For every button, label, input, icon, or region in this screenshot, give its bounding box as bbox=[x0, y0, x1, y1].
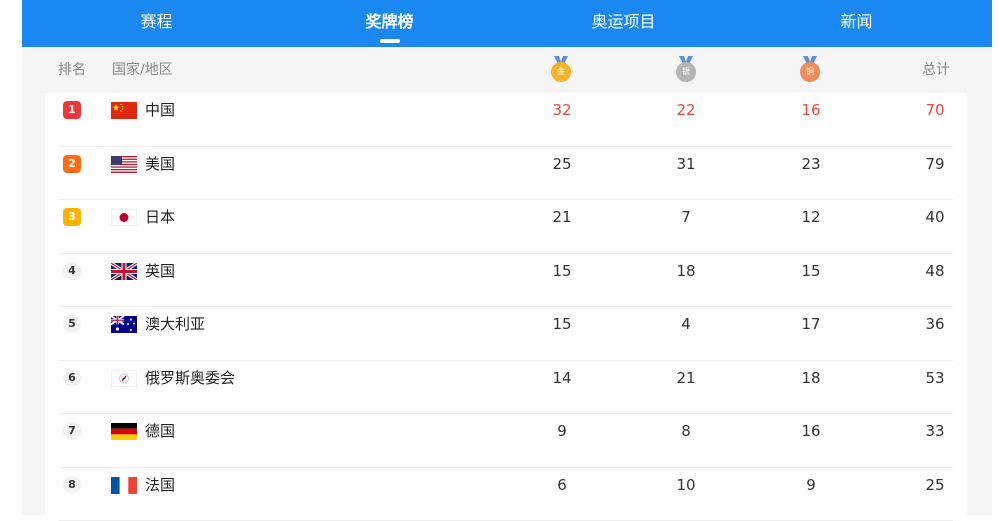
bronze-count: 17 bbox=[781, 307, 841, 341]
silver-count: 22 bbox=[656, 93, 716, 127]
total-count: 70 bbox=[905, 93, 965, 127]
country-header: 国家/地区 bbox=[112, 47, 173, 93]
total-count: 48 bbox=[905, 254, 965, 288]
total-count: 33 bbox=[905, 414, 965, 448]
bronze-count: 16 bbox=[781, 414, 841, 448]
medal-table: 1 中国 32 22 16 70 2 美国 25 31 23 79 3 bbox=[45, 93, 967, 515]
rank-badge: 8 bbox=[63, 476, 81, 494]
table-row[interactable]: 4 英国 15 18 15 48 bbox=[59, 254, 953, 308]
gold-count: 14 bbox=[532, 361, 592, 395]
silver-count: 18 bbox=[656, 254, 716, 288]
tab-news-label: 新闻 bbox=[840, 12, 872, 31]
country-name: 俄罗斯奥委会 bbox=[145, 361, 235, 395]
country-name: 中国 bbox=[145, 93, 175, 127]
total-header: 总计 bbox=[922, 47, 950, 93]
country-name: 德国 bbox=[145, 414, 175, 448]
france-flag-icon bbox=[111, 477, 137, 494]
country-name: 澳大利亚 bbox=[145, 307, 205, 341]
silver-count: 8 bbox=[656, 414, 716, 448]
silver-count: 10 bbox=[656, 468, 716, 502]
tab-news[interactable]: 新闻 bbox=[740, 0, 973, 47]
rank-badge: 6 bbox=[63, 369, 81, 387]
silver-medal-icon: 银 bbox=[675, 56, 697, 84]
tab-olympic-sports[interactable]: 奥运项目 bbox=[507, 0, 740, 47]
uk-flag-icon bbox=[111, 263, 137, 280]
country-name: 英国 bbox=[145, 254, 175, 288]
usa-flag-icon bbox=[111, 156, 137, 173]
gold-count: 32 bbox=[532, 93, 592, 127]
rank-badge: 1 bbox=[63, 101, 81, 119]
active-tab-indicator bbox=[380, 39, 400, 43]
gold-medal-glyph: 金 bbox=[551, 62, 571, 82]
table-header: 排名 国家/地区 金 银 铜 总计 bbox=[22, 47, 992, 93]
table-row[interactable]: 8 法国 6 10 9 25 bbox=[59, 468, 953, 521]
bronze-count: 16 bbox=[781, 93, 841, 127]
table-row[interactable]: 7 德国 9 8 16 33 bbox=[59, 414, 953, 468]
rank-badge: 7 bbox=[63, 422, 81, 440]
bronze-medal-icon: 铜 bbox=[799, 56, 821, 84]
silver-count: 21 bbox=[656, 361, 716, 395]
table-row[interactable]: 3 日本 21 7 12 40 bbox=[59, 200, 953, 254]
rank-badge: 5 bbox=[63, 315, 81, 333]
total-count: 40 bbox=[905, 200, 965, 234]
table-row[interactable]: 6 俄罗斯奥委会 14 21 18 53 bbox=[59, 361, 953, 415]
country-name: 美国 bbox=[145, 147, 175, 181]
tab-medal-table-label: 奖牌榜 bbox=[365, 12, 413, 31]
gold-medal-icon: 金 bbox=[550, 56, 572, 84]
tab-medal-table[interactable]: 奖牌榜 bbox=[273, 0, 506, 47]
country-name: 日本 bbox=[145, 200, 175, 234]
gold-count: 9 bbox=[532, 414, 592, 448]
rank-badge: 4 bbox=[63, 262, 81, 280]
bronze-count: 12 bbox=[781, 200, 841, 234]
silver-count: 7 bbox=[656, 200, 716, 234]
gold-count: 21 bbox=[532, 200, 592, 234]
gold-count: 15 bbox=[532, 254, 592, 288]
tab-schedule-label: 赛程 bbox=[140, 12, 172, 31]
rank-header: 排名 bbox=[58, 47, 86, 93]
china-flag-icon bbox=[111, 102, 137, 119]
rank-badge: 2 bbox=[63, 155, 81, 173]
gold-count: 25 bbox=[532, 147, 592, 181]
bronze-count: 18 bbox=[781, 361, 841, 395]
total-count: 53 bbox=[905, 361, 965, 395]
australia-flag-icon bbox=[111, 316, 137, 333]
roc-flag-icon bbox=[111, 370, 137, 387]
japan-flag-icon bbox=[111, 209, 137, 226]
table-row[interactable]: 2 美国 25 31 23 79 bbox=[59, 147, 953, 201]
table-row[interactable]: 1 中国 32 22 16 70 bbox=[59, 93, 953, 147]
app-frame: 赛程 奖牌榜 奥运项目 新闻 排名 国家/地区 金 银 铜 总计 bbox=[22, 0, 992, 515]
bronze-count: 9 bbox=[781, 468, 841, 502]
bronze-medal-glyph: 铜 bbox=[800, 62, 820, 82]
rank-badge: 3 bbox=[63, 208, 81, 226]
tab-olympic-sports-label: 奥运项目 bbox=[591, 12, 655, 31]
gold-count: 15 bbox=[532, 307, 592, 341]
total-count: 25 bbox=[905, 468, 965, 502]
top-nav: 赛程 奖牌榜 奥运项目 新闻 bbox=[22, 0, 992, 47]
gold-count: 6 bbox=[532, 468, 592, 502]
germany-flag-icon bbox=[111, 423, 137, 440]
bronze-count: 23 bbox=[781, 147, 841, 181]
table-row[interactable]: 5 澳大利亚 15 4 17 36 bbox=[59, 307, 953, 361]
silver-count: 4 bbox=[656, 307, 716, 341]
total-count: 79 bbox=[905, 147, 965, 181]
bronze-count: 15 bbox=[781, 254, 841, 288]
silver-medal-glyph: 银 bbox=[676, 62, 696, 82]
total-count: 36 bbox=[905, 307, 965, 341]
silver-count: 31 bbox=[656, 147, 716, 181]
country-name: 法国 bbox=[145, 468, 175, 502]
tab-schedule[interactable]: 赛程 bbox=[40, 0, 273, 47]
